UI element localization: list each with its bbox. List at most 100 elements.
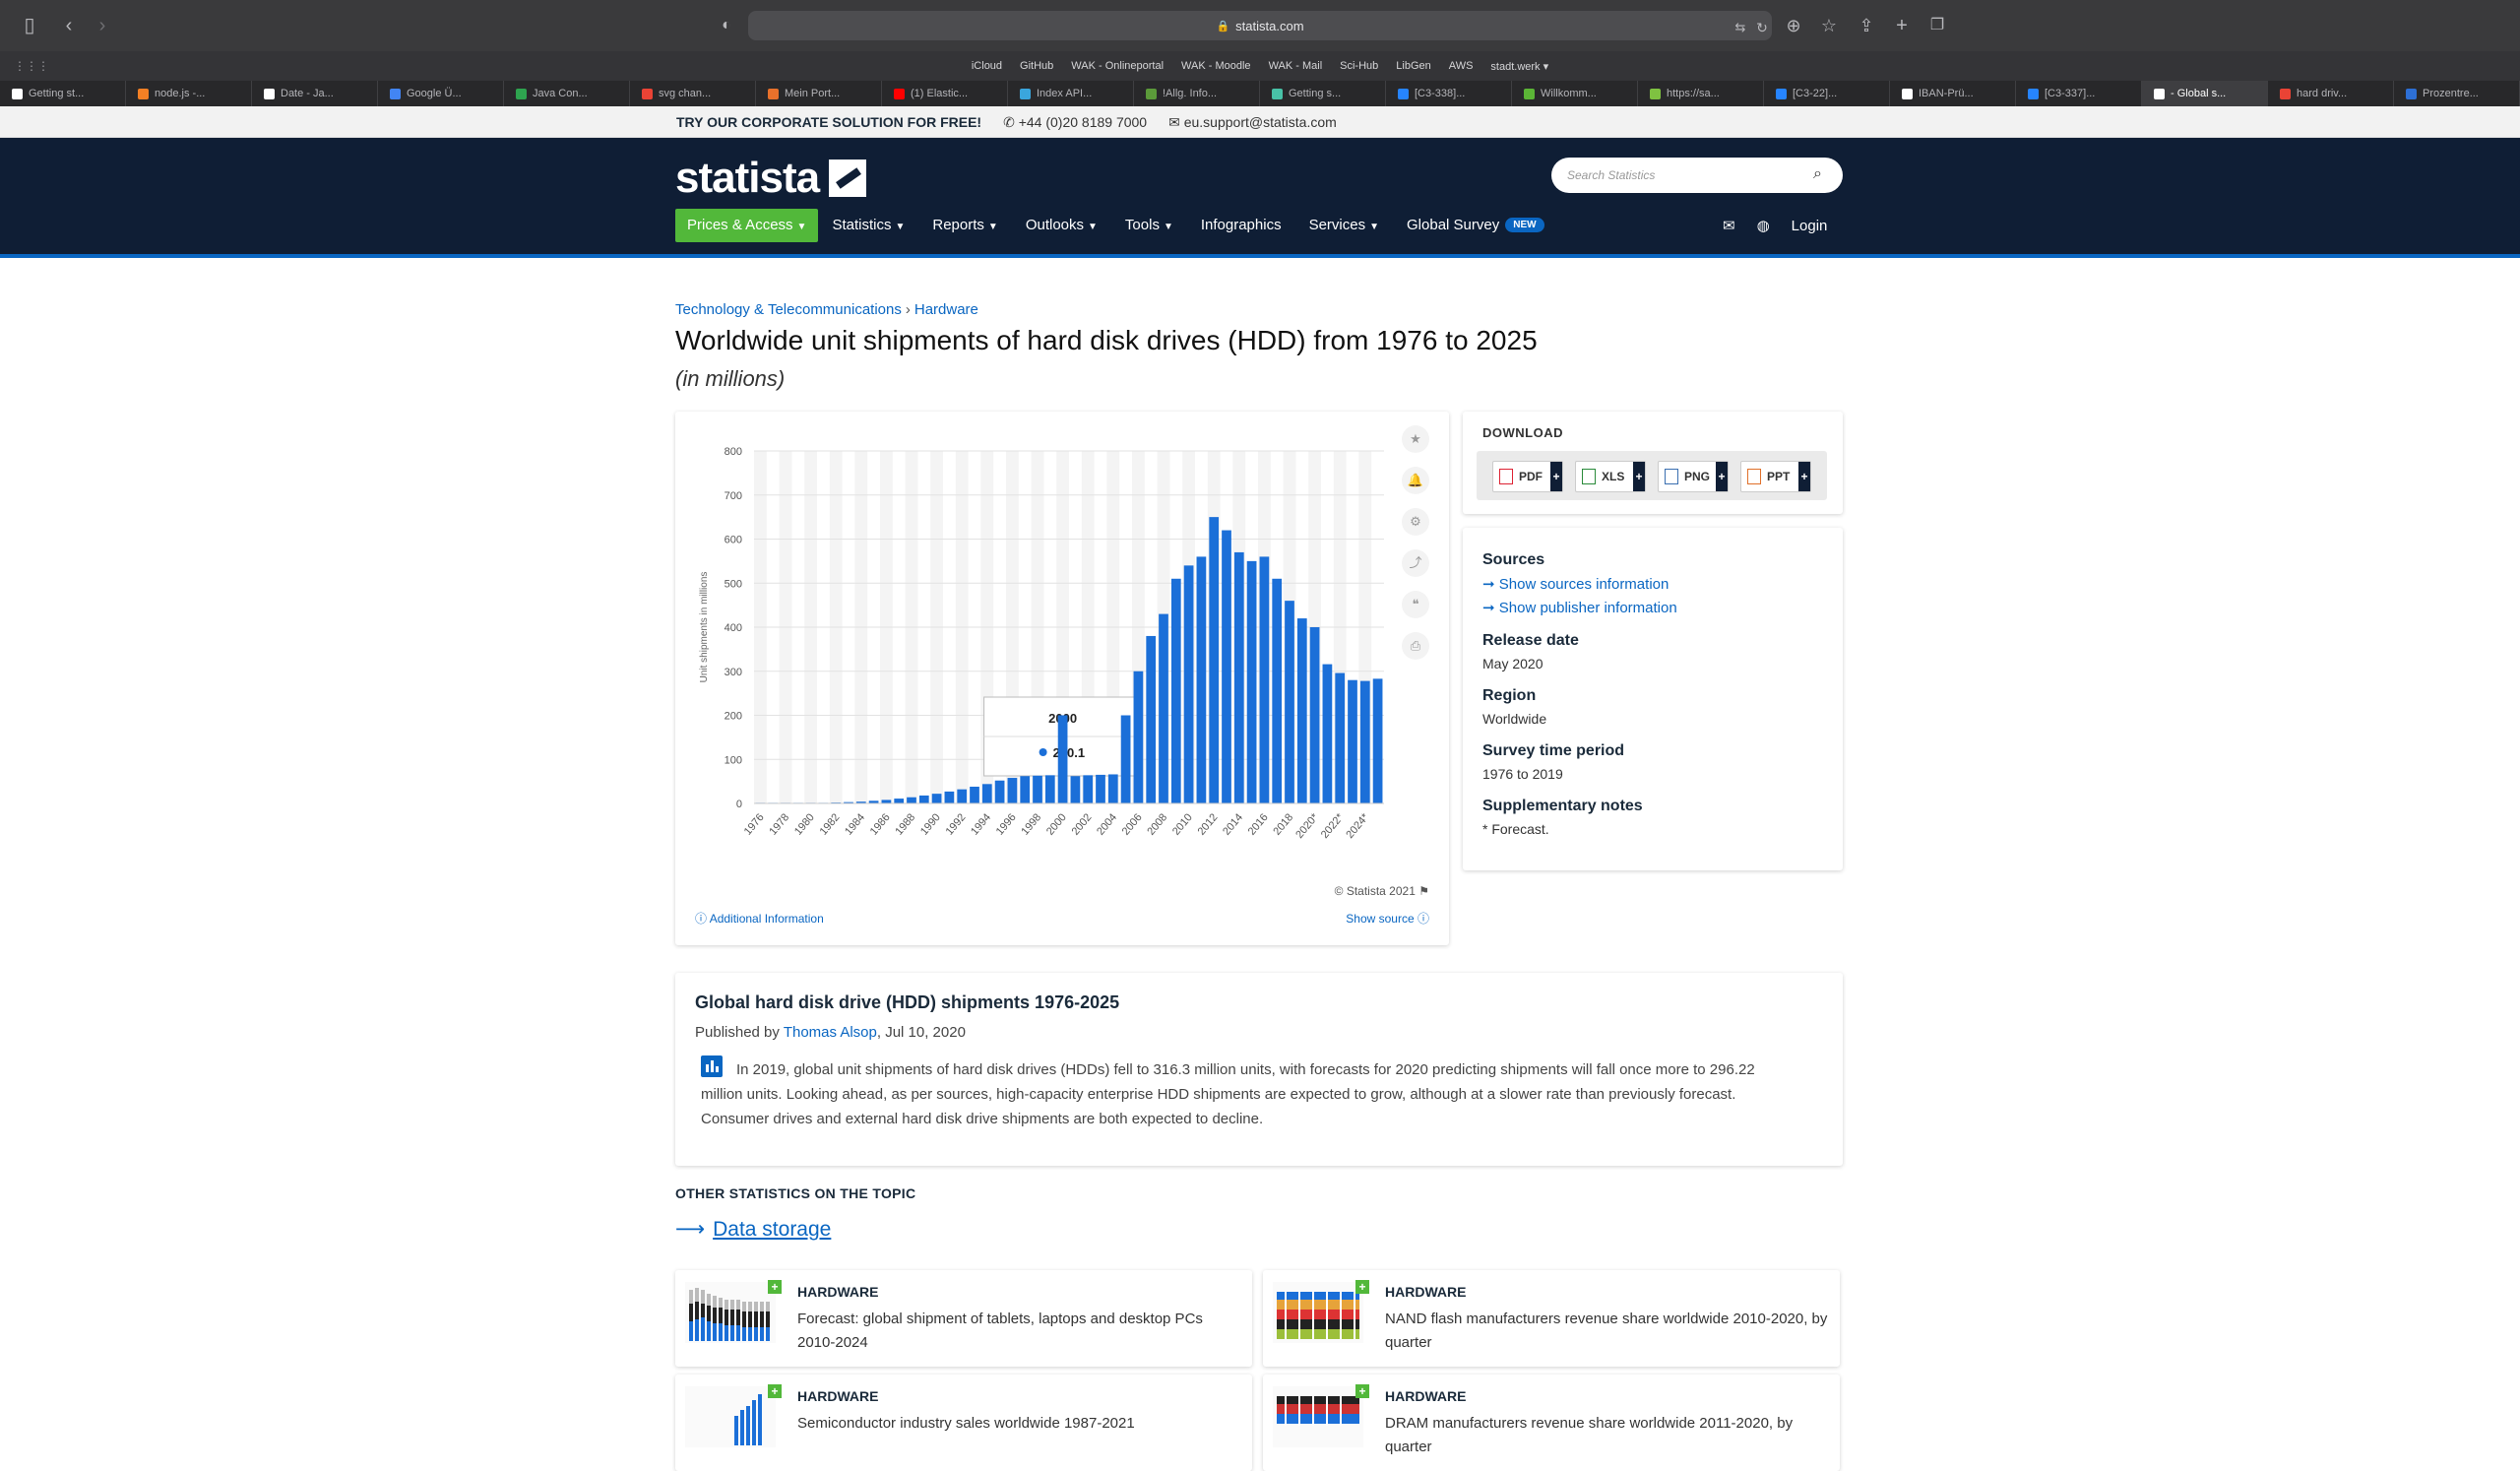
browser-tab[interactable]: Prozentre... bbox=[2394, 81, 2520, 106]
statistic-title[interactable]: Forecast: global shipment of tablets, la… bbox=[797, 1308, 1240, 1355]
share-icon[interactable]: ⇪ bbox=[1855, 14, 1878, 37]
topic-link-data-storage[interactable]: ⟶ Data storage bbox=[675, 1217, 831, 1242]
favorite-libgen[interactable]: LibGen bbox=[1387, 60, 1439, 72]
bar-2022* bbox=[1335, 672, 1346, 803]
sidebar-toggle-icon[interactable]: ▯ bbox=[18, 14, 41, 37]
notification-bell-icon[interactable]: 🔔 bbox=[1402, 467, 1429, 494]
statista-logo[interactable]: statista bbox=[675, 154, 867, 203]
back-arrow-icon[interactable]: ‹ bbox=[57, 14, 81, 37]
nav-tools[interactable]: Tools ▼ bbox=[1111, 209, 1187, 242]
bookmark-star-icon[interactable]: ☆ bbox=[1817, 14, 1841, 37]
favorite-star-icon[interactable]: ★ bbox=[1402, 425, 1429, 453]
statistic-title[interactable]: Semiconductor industry sales worldwide 1… bbox=[797, 1412, 1240, 1436]
add-plus-icon[interactable]: + bbox=[768, 1384, 782, 1398]
print-icon[interactable]: ⎙ bbox=[1402, 632, 1429, 660]
promo-phone[interactable]: ✆ +44 (0)20 8189 7000 bbox=[1003, 114, 1147, 131]
hdd-shipments-bar-chart[interactable]: 0 100 200 300 400 500 600 700 800 Unit shipments … bbox=[675, 412, 1449, 924]
browser-tab[interactable]: Date - Ja... bbox=[252, 81, 378, 106]
search-icon[interactable]: ⌕ bbox=[1813, 165, 1831, 183]
nav-infographics[interactable]: Infographics bbox=[1187, 209, 1295, 242]
translate-icon[interactable]: ⇆ bbox=[1729, 16, 1752, 39]
download-icon[interactable]: ⊕ bbox=[1782, 14, 1805, 37]
add-plus-icon[interactable]: + bbox=[1355, 1384, 1369, 1398]
nav-outlooks[interactable]: Outlooks ▼ bbox=[1012, 209, 1111, 242]
breadcrumb-tech-telecom[interactable]: Technology & Telecommunications bbox=[675, 301, 902, 318]
globe-icon[interactable]: ◍ bbox=[1757, 217, 1770, 234]
related-statistic-card[interactable]: + HARDWARE Semiconductor industry sales … bbox=[675, 1375, 1252, 1471]
breadcrumb-hardware[interactable]: Hardware bbox=[914, 301, 978, 318]
statistic-title[interactable]: NAND flash manufacturers revenue share w… bbox=[1385, 1308, 1828, 1355]
show-source-link[interactable]: Show source ⓘ bbox=[1346, 910, 1429, 927]
browser-tab[interactable]: svg chan... bbox=[630, 81, 756, 106]
browser-tab[interactable]: Index API... bbox=[1008, 81, 1134, 106]
favorite-sci-hub[interactable]: Sci-Hub bbox=[1331, 60, 1387, 72]
show-sources-link[interactable]: ➞ Show sources information bbox=[1482, 575, 1669, 593]
tab-overview-icon[interactable]: ❐ bbox=[1925, 14, 1949, 37]
nav-global-survey[interactable]: Global Survey NEW bbox=[1393, 209, 1558, 242]
cite-quote-icon[interactable]: ❝ bbox=[1402, 591, 1429, 618]
reload-icon[interactable]: ↻ bbox=[1750, 16, 1774, 39]
description-title: Global hard disk drive (HDD) shipments 1… bbox=[695, 992, 1120, 1012]
add-plus-icon[interactable]: + bbox=[768, 1280, 782, 1294]
browser-tab[interactable]: node.js -... bbox=[126, 81, 252, 106]
download-ppt-button[interactable]: PPT + bbox=[1740, 461, 1811, 492]
mail-icon[interactable]: ✉ bbox=[1723, 217, 1735, 234]
browser-tab[interactable]: (1) Elastic... bbox=[882, 81, 1008, 106]
share-icon[interactable]: ⤴ bbox=[1402, 549, 1429, 577]
related-statistic-card[interactable]: + HARDWARE DRAM manufacturers revenue sh… bbox=[1263, 1375, 1840, 1471]
show-publisher-link[interactable]: ➞ Show publisher information bbox=[1482, 599, 1677, 616]
download-xls-button[interactable]: XLS + bbox=[1575, 461, 1646, 492]
favorite-stadtwerk[interactable]: stadt.werk ▾ bbox=[1481, 60, 1557, 73]
favorite-wak-moodle[interactable]: WAK - Moodle bbox=[1172, 60, 1260, 72]
browser-tab[interactable]: Willkomm... bbox=[1512, 81, 1638, 106]
favorite-wak-mail[interactable]: WAK - Mail bbox=[1260, 60, 1332, 72]
browser-tab[interactable]: IBAN-Prü... bbox=[1890, 81, 2016, 106]
additional-information-link[interactable]: ⓘ Additional Information bbox=[695, 910, 824, 927]
search-input[interactable]: Search Statistics ⌕ bbox=[1551, 158, 1843, 193]
promo-email[interactable]: ✉ eu.support@statista.com bbox=[1168, 114, 1337, 131]
browser-tab[interactable]: [C3-22]... bbox=[1764, 81, 1890, 106]
region-label: Region bbox=[1482, 687, 1537, 704]
download-pdf-button[interactable]: PDF + bbox=[1492, 461, 1563, 492]
browser-tab[interactable]: [C3-337]... bbox=[2016, 81, 2142, 106]
new-tab-plus-icon[interactable]: + bbox=[1890, 14, 1914, 37]
statistic-title[interactable]: DRAM manufacturers revenue share worldwi… bbox=[1385, 1412, 1828, 1459]
download-png-button[interactable]: PNG + bbox=[1658, 461, 1729, 492]
browser-tab[interactable]: https://sa... bbox=[1638, 81, 1764, 106]
author-link[interactable]: Thomas Alsop bbox=[784, 1024, 877, 1041]
browser-tab[interactable]: [C3-338]... bbox=[1386, 81, 1512, 106]
bar-2021* bbox=[1322, 664, 1333, 803]
x-tick-label: 2010 bbox=[1170, 811, 1195, 837]
browser-tab[interactable]: Getting st... bbox=[0, 81, 126, 106]
tab-label: !Allg. Info... bbox=[1163, 88, 1218, 99]
related-statistic-card[interactable]: + HARDWARE NAND flash manufacturers reve… bbox=[1263, 1270, 1840, 1367]
add-plus-icon[interactable]: + bbox=[1355, 1280, 1369, 1294]
settings-gear-icon[interactable]: ⚙ bbox=[1402, 508, 1429, 536]
nav-prices-access[interactable]: Prices & Access ▼ bbox=[675, 209, 819, 242]
privacy-shield-icon[interactable]: ◐ bbox=[715, 14, 738, 37]
nav-services[interactable]: Services ▼ bbox=[1295, 209, 1393, 242]
browser-tab[interactable]: hard driv... bbox=[2268, 81, 2394, 106]
forward-arrow-icon[interactable]: › bbox=[91, 14, 114, 37]
browser-tab[interactable]: - Global s... bbox=[2142, 81, 2268, 106]
related-statistic-card[interactable]: + HARDWARE Forecast: global shipment of … bbox=[675, 1270, 1252, 1367]
nav-statistics[interactable]: Statistics ▼ bbox=[818, 209, 918, 242]
favorite-aws[interactable]: AWS bbox=[1440, 60, 1482, 72]
login-link[interactable]: Login bbox=[1792, 218, 1828, 234]
description-text: In 2019, global unit shipments of hard d… bbox=[701, 1061, 1755, 1127]
favorites-grid-icon[interactable]: ⋮⋮⋮ bbox=[14, 59, 49, 73]
favorite-github[interactable]: GitHub bbox=[1011, 60, 1062, 72]
promo-cta[interactable]: TRY OUR CORPORATE SOLUTION FOR FREE! bbox=[676, 114, 981, 130]
nav-reports[interactable]: Reports ▼ bbox=[918, 209, 1011, 242]
bar-1992 bbox=[957, 789, 968, 803]
browser-tab[interactable]: Getting s... bbox=[1260, 81, 1386, 106]
flag-icon[interactable]: ⚑ bbox=[1418, 884, 1429, 898]
browser-tab[interactable]: Java Con... bbox=[504, 81, 630, 106]
browser-tab[interactable]: Google Ü... bbox=[378, 81, 504, 106]
browser-tab[interactable]: !Allg. Info... bbox=[1134, 81, 1260, 106]
browser-tab[interactable]: Mein Port... bbox=[756, 81, 882, 106]
favorite-wak-onlineportal[interactable]: WAK - Onlineportal bbox=[1062, 60, 1172, 72]
address-bar[interactable]: 🔒 statista.com bbox=[748, 11, 1772, 40]
favorite-icloud[interactable]: iCloud bbox=[963, 60, 1011, 72]
tab-favicon-icon bbox=[1650, 88, 1661, 99]
